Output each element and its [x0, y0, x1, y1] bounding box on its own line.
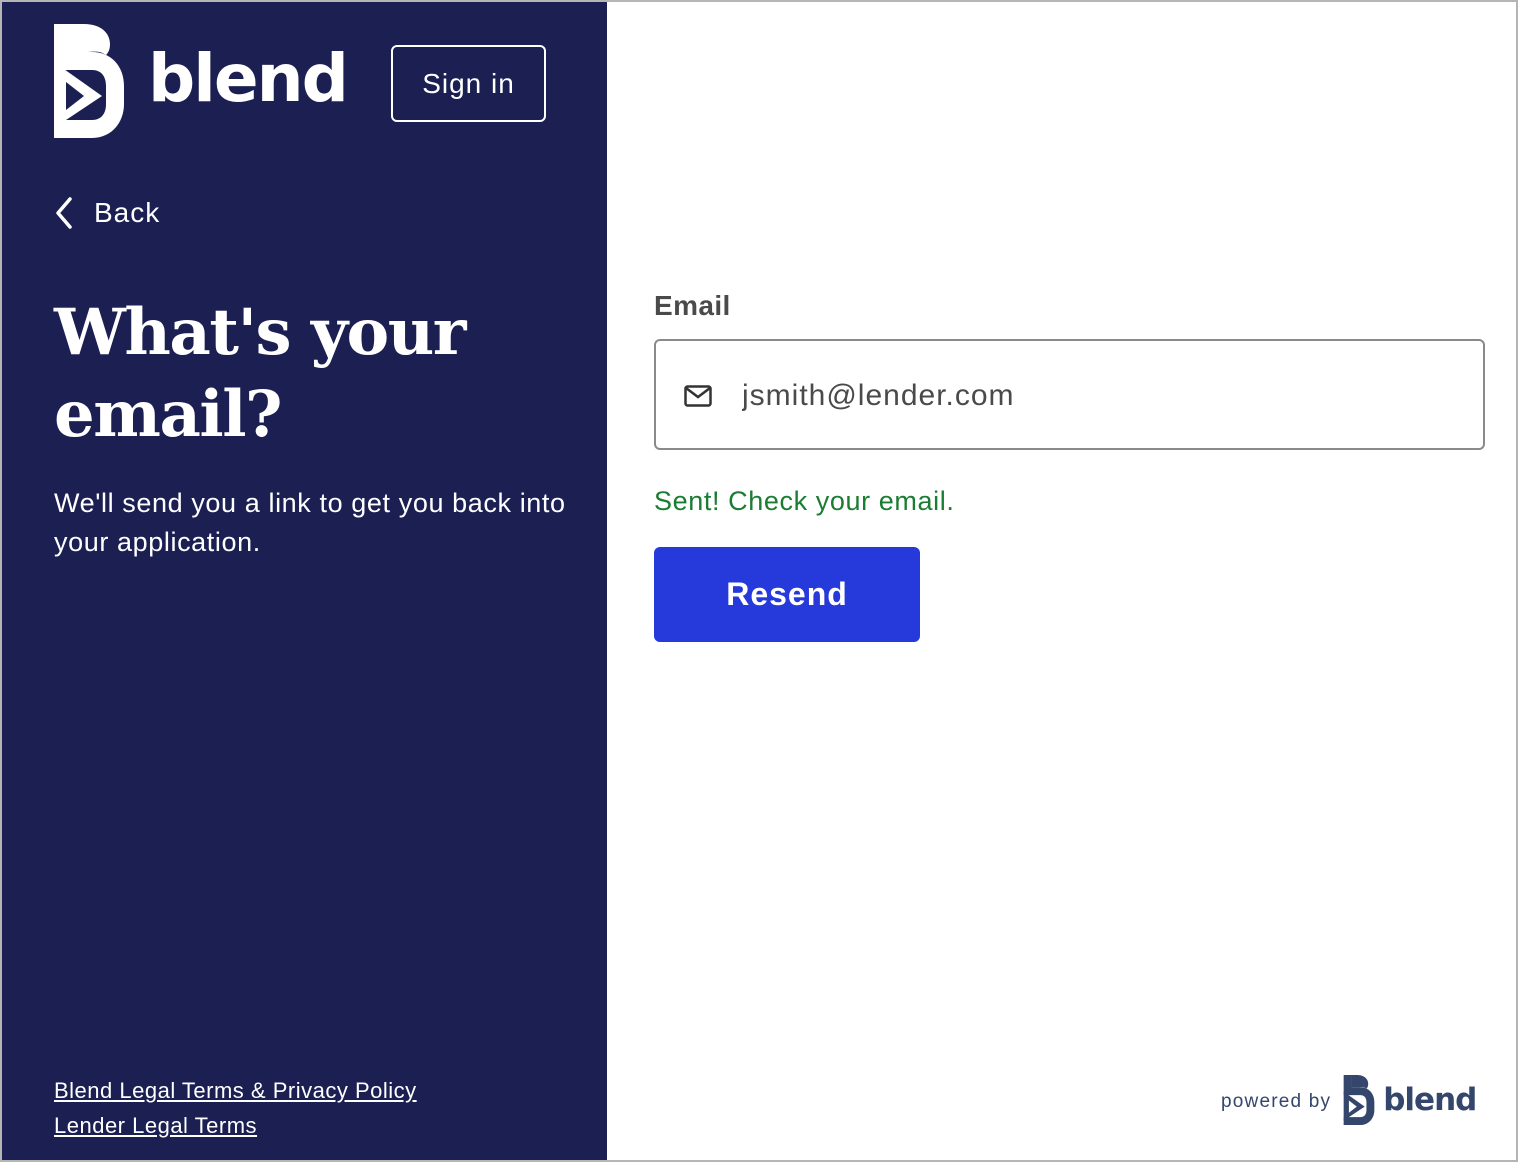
email-field[interactable] [654, 339, 1485, 450]
email-input[interactable] [742, 371, 1442, 421]
lender-legal-terms-link[interactable]: Lender Legal Terms [54, 1108, 417, 1143]
left-panel: blend Sign in Back What's your email? We… [2, 2, 607, 1160]
blend-logo: blend [54, 24, 349, 138]
window-frame: blend Sign in Back What's your email? We… [0, 0, 1518, 1162]
email-field-label: Email [654, 290, 731, 321]
resend-button[interactable]: Resend [654, 547, 920, 642]
chevron-left-icon [56, 197, 72, 229]
page-description: We'll send you a link to get you back in… [54, 488, 566, 557]
back-label: Back [94, 197, 161, 228]
back-link[interactable]: Back [54, 196, 160, 230]
legal-links: Blend Legal Terms & Privacy Policy Lende… [54, 1073, 417, 1143]
blend-footer-wordmark: blend [1383, 1082, 1477, 1118]
blend-logo-icon [54, 24, 124, 138]
sign-in-button[interactable]: Sign in [391, 45, 546, 122]
powered-by-text: powered by [1221, 1091, 1332, 1112]
page-title: What's your email? [54, 295, 466, 452]
powered-by-blend: powered by blend [1221, 1075, 1477, 1125]
blend-legal-terms-link[interactable]: Blend Legal Terms & Privacy Policy [54, 1073, 417, 1108]
status-message: Sent! Check your email. [654, 486, 955, 516]
blend-footer-logo-icon [1343, 1075, 1375, 1125]
blend-wordmark: blend [148, 40, 349, 117]
mail-icon [684, 385, 712, 407]
